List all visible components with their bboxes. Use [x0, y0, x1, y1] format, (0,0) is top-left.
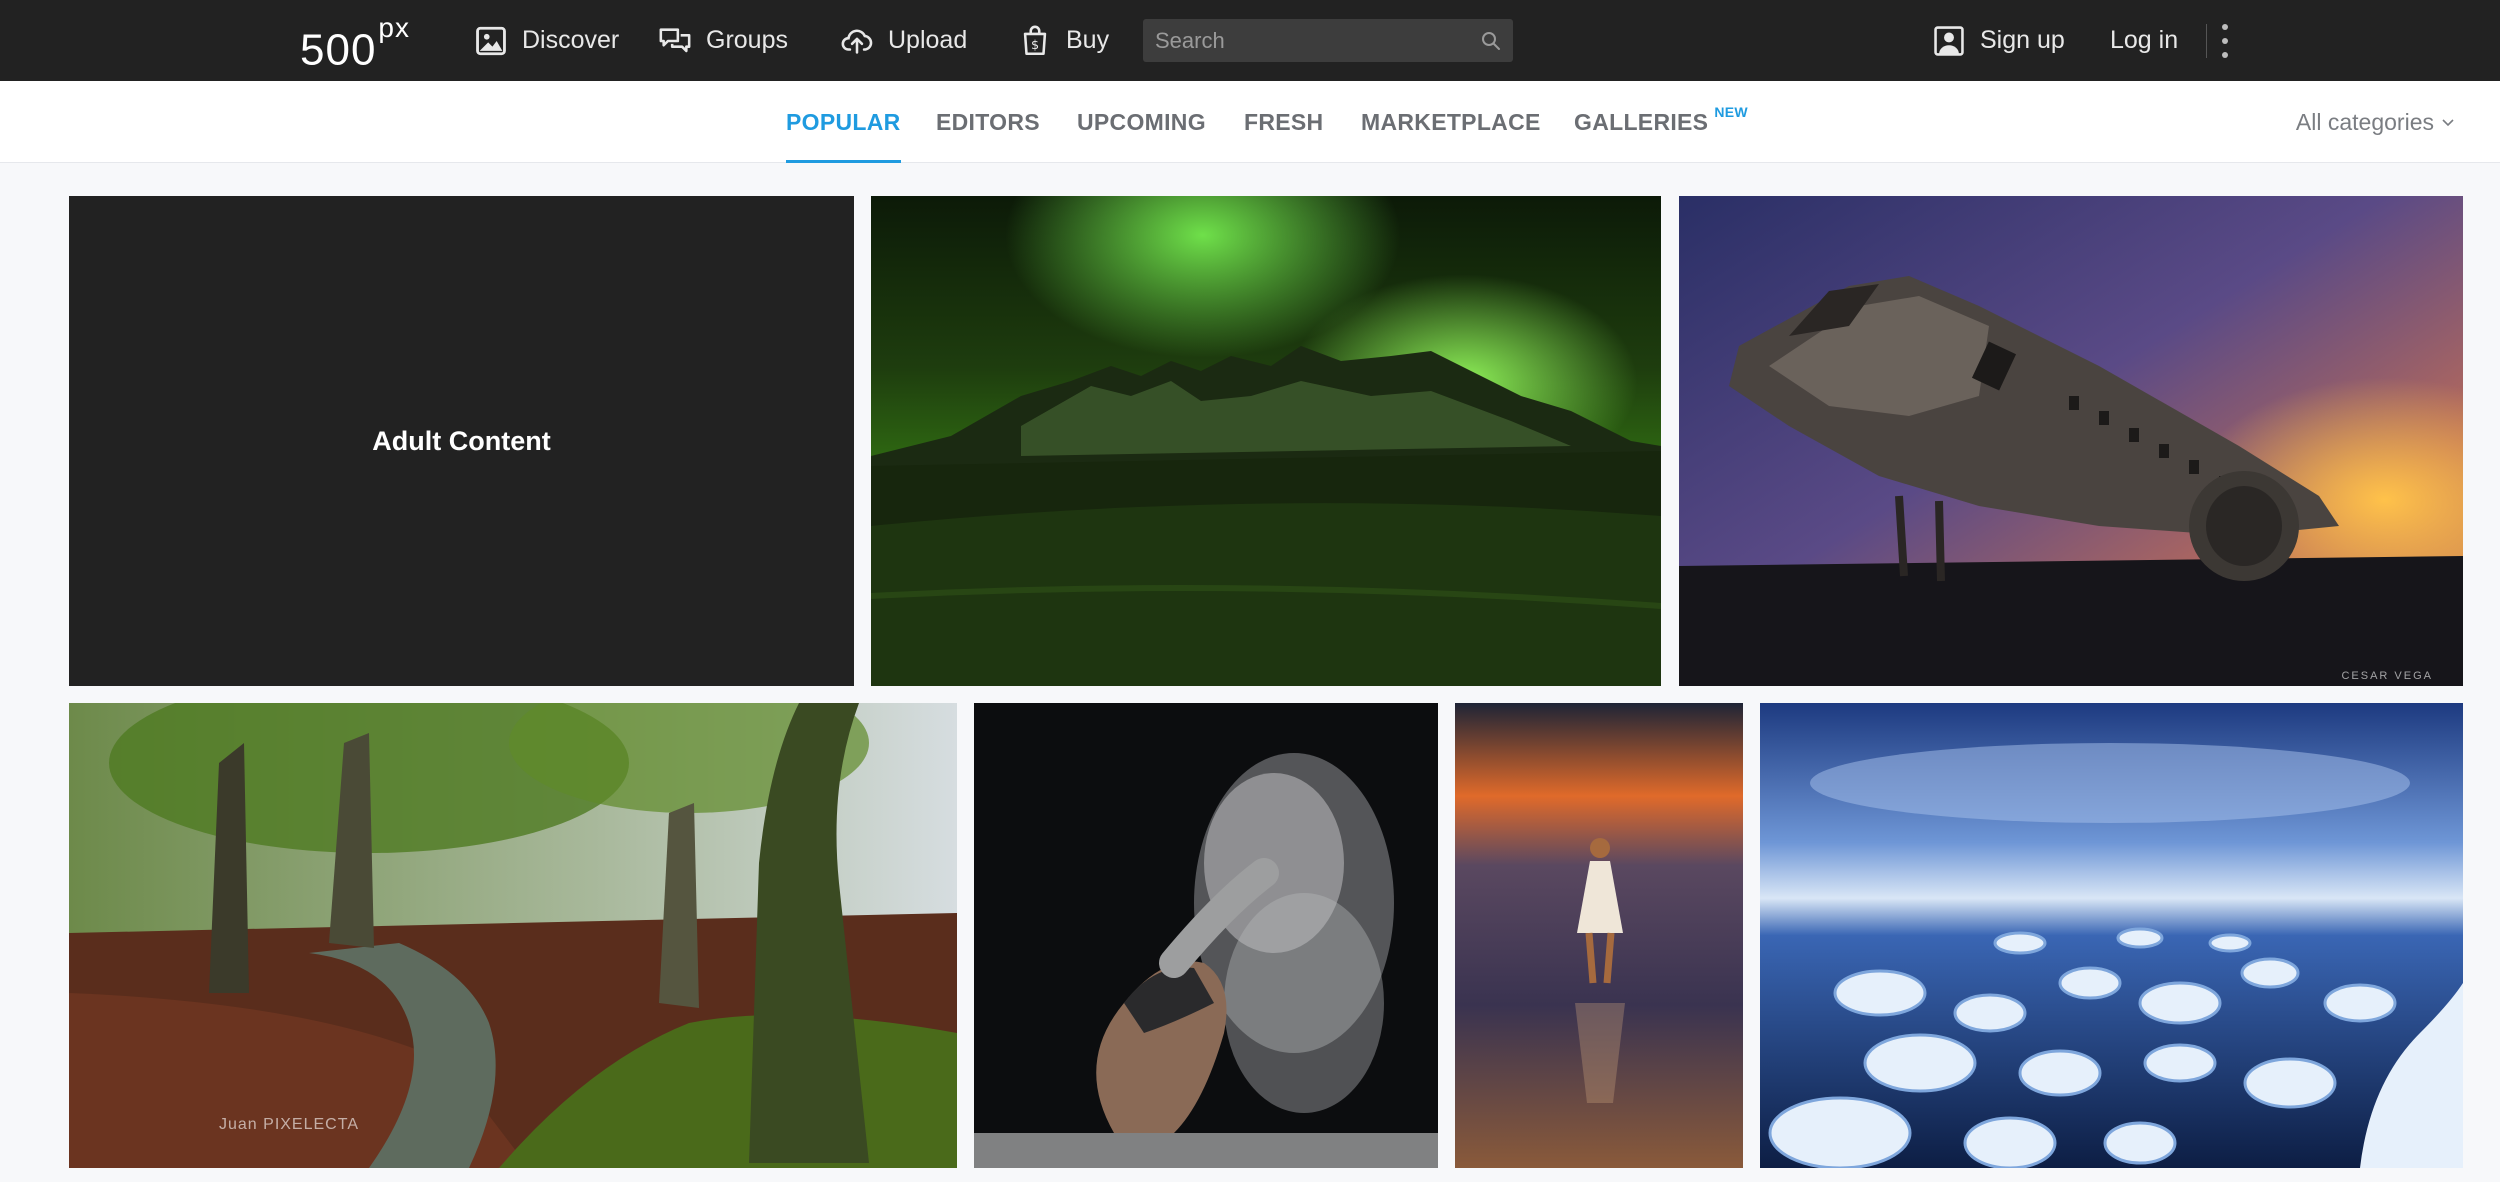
new-badge: NEW [1714, 104, 1748, 120]
log-in-button[interactable]: Log in [2110, 0, 2178, 81]
logo-500px[interactable]: 500px [300, 12, 410, 75]
photo-plane-wreck[interactable]: CESAR VEGA [1679, 196, 2463, 686]
divider [2206, 24, 2207, 58]
logo-sup: px [378, 12, 410, 43]
search-icon[interactable] [1479, 29, 1503, 53]
search-input[interactable] [1143, 19, 1513, 62]
feed-tabs-bar: POPULAR EDITORS UPCOMING FRESH MARKETPLA… [0, 81, 2500, 163]
nav-groups-label: Groups [706, 26, 788, 54]
image-icon [474, 24, 508, 58]
nav-upload-label: Upload [888, 26, 968, 54]
tab-upcoming-label: UPCOMING [1077, 108, 1206, 135]
shopping-bag-icon: $ [1018, 24, 1052, 58]
categories-dropdown[interactable]: All categories [2296, 81, 2456, 163]
nav-groups[interactable]: Groups [658, 0, 788, 81]
dot [2222, 38, 2228, 44]
user-icon [1932, 24, 1966, 58]
aurora-image [871, 196, 1661, 686]
photo-aurora-mountains[interactable] [871, 196, 1661, 686]
nav-buy[interactable]: $ Buy [1018, 0, 1109, 81]
tab-editors-label: EDITORS [936, 108, 1040, 135]
ice-sea-image [1760, 703, 2463, 1168]
tab-marketplace[interactable]: MARKETPLACE [1361, 81, 1541, 163]
svg-text:$: $ [1031, 37, 1039, 52]
search-box [1143, 19, 1513, 62]
woman-water-image [1455, 703, 1743, 1168]
tab-upcoming[interactable]: UPCOMING [1077, 81, 1206, 163]
photo-forest-stream[interactable]: Juan PIXELECTA [69, 703, 957, 1168]
top-navigation-bar: 500px Discover Groups Upload $ Buy Sign … [0, 0, 2500, 81]
cloud-upload-icon [840, 24, 874, 58]
nav-buy-label: Buy [1066, 26, 1110, 54]
watermark: Juan PIXELECTA [219, 1116, 359, 1133]
tab-galleries[interactable]: GALLERIES NEW [1574, 81, 1748, 163]
photo-woman-water[interactable] [1455, 703, 1743, 1168]
tab-popular-label: POPULAR [786, 108, 901, 135]
categories-label: All categories [2295, 108, 2434, 135]
sign-up-button[interactable]: Sign up [1932, 0, 2065, 81]
tab-fresh-label: FRESH [1244, 108, 1324, 135]
nav-discover[interactable]: Discover [474, 0, 619, 81]
dot [2222, 24, 2228, 30]
nav-upload[interactable]: Upload [840, 0, 967, 81]
tab-fresh[interactable]: FRESH [1244, 81, 1323, 163]
tab-galleries-label: GALLERIES [1574, 108, 1709, 135]
photo-dancer-powder[interactable] [974, 703, 1438, 1168]
plane-wreck-image [1679, 196, 2463, 686]
tab-editors[interactable]: EDITORS [936, 81, 1040, 163]
chevron-down-icon [2442, 119, 2454, 127]
chat-bubbles-icon [658, 24, 692, 58]
forest-image [69, 703, 957, 1168]
logo-text: 500 [300, 25, 377, 75]
more-options-icon[interactable] [2206, 24, 2240, 58]
photo-ice-sea[interactable] [1760, 703, 2463, 1168]
dancer-image [974, 703, 1438, 1168]
tab-popular[interactable]: POPULAR [786, 81, 901, 163]
nav-discover-label: Discover [522, 26, 620, 54]
photo-adult-content[interactable]: Adult Content [69, 196, 854, 686]
dot [2222, 52, 2228, 58]
tab-marketplace-label: MARKETPLACE [1361, 108, 1541, 135]
watermark: CESAR VEGA [2341, 670, 2433, 682]
sign-up-label: Sign up [1980, 26, 2065, 54]
log-in-label: Log in [2110, 26, 2179, 54]
adult-content-label: Adult Content [372, 425, 551, 456]
